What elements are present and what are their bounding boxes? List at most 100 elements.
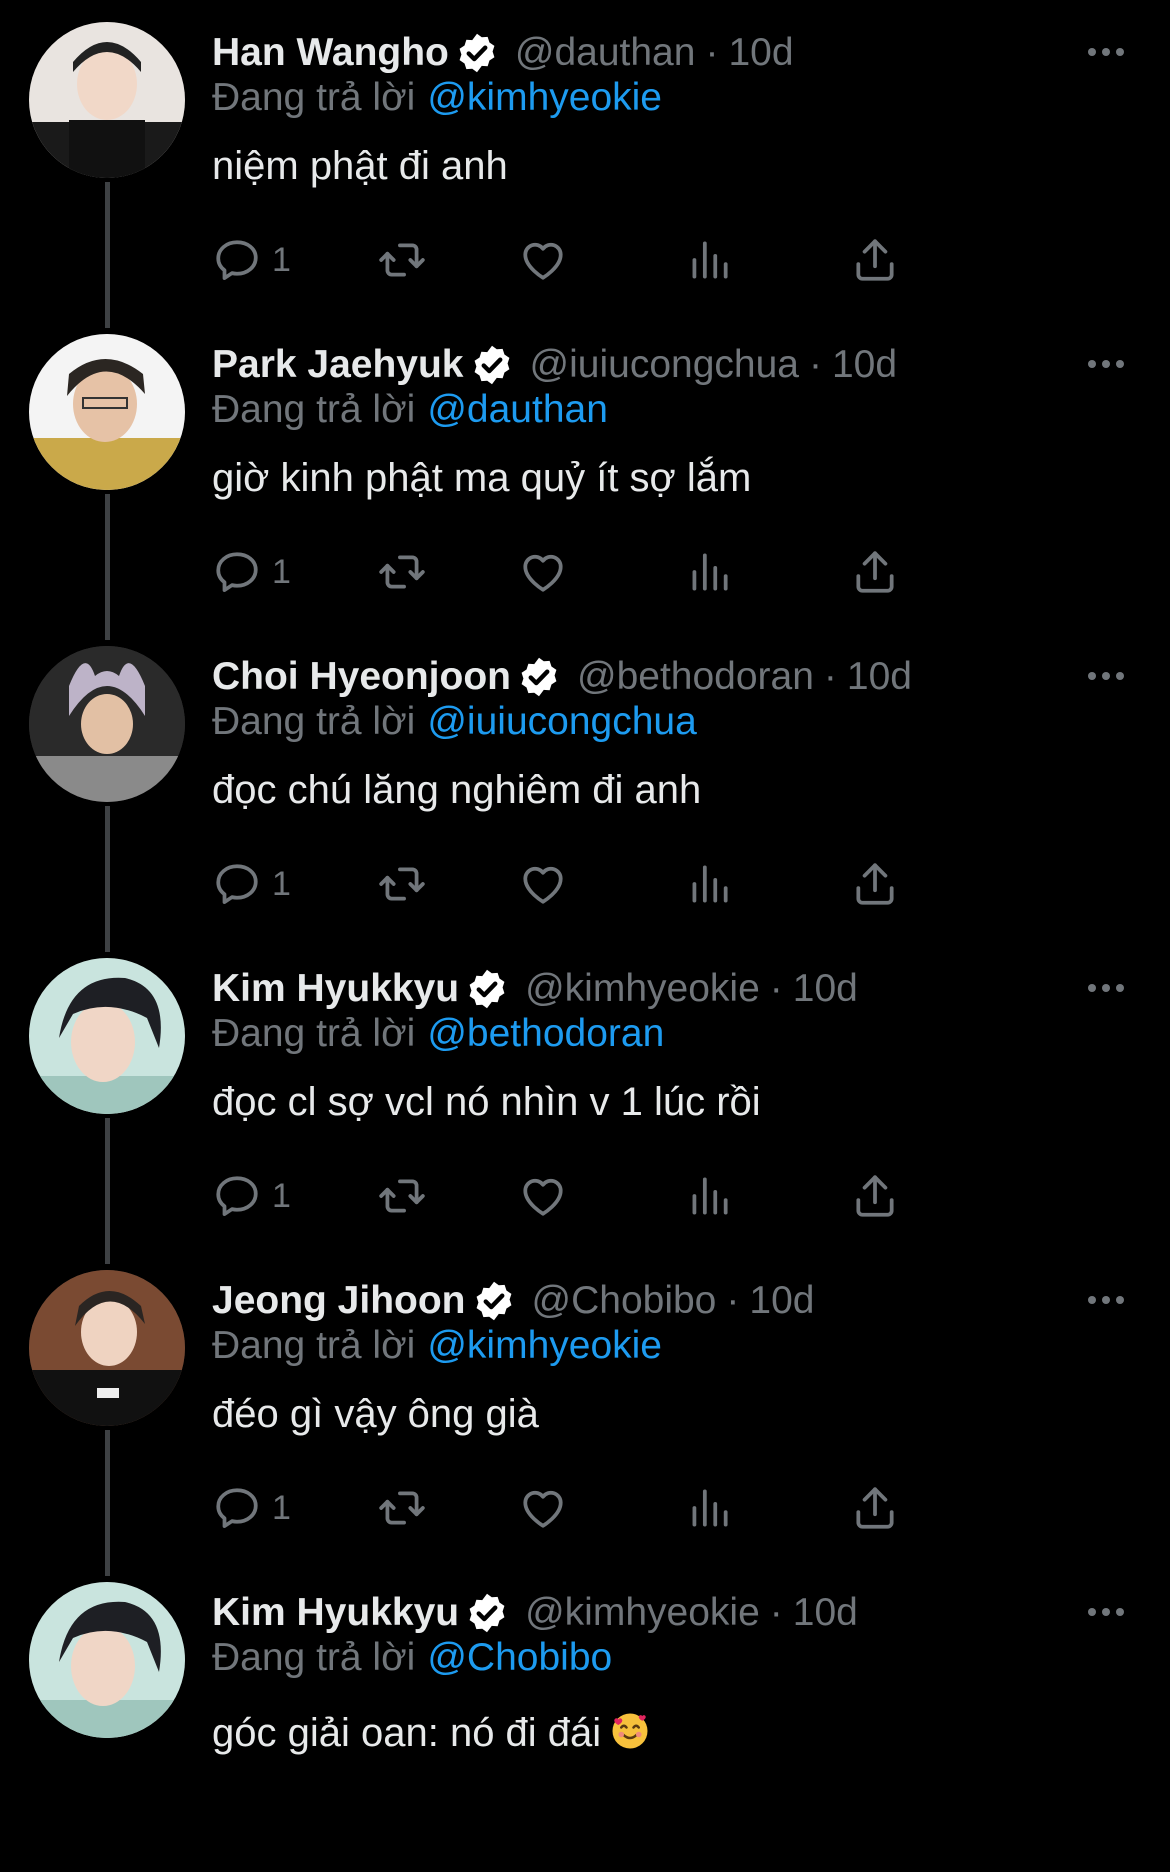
retweet-button[interactable] (377, 232, 427, 288)
like-button[interactable] (518, 1480, 568, 1536)
avatar[interactable] (29, 22, 185, 178)
share-button[interactable] (850, 232, 900, 288)
reply-button[interactable]: 1 (212, 856, 291, 912)
reply-bubble-icon (212, 1483, 262, 1533)
tweet[interactable]: Han Wangho @dauthan · 10d Đang trả lời @k… (0, 0, 1170, 328)
more-options-icon[interactable] (1086, 1600, 1126, 1624)
heart-icon (518, 1171, 568, 1221)
share-button[interactable] (850, 1168, 900, 1224)
display-name[interactable]: Kim Hyukkyu (212, 1591, 459, 1635)
display-name[interactable]: Kim Hyukkyu (212, 967, 459, 1011)
user-handle[interactable]: @kimhyeokie (525, 967, 760, 1011)
views-button[interactable] (684, 856, 734, 912)
user-handle[interactable]: @iuiucongchua (530, 343, 799, 387)
share-button[interactable] (850, 1480, 900, 1536)
tweet[interactable]: Kim Hyukkyu @kimhyeokie · 10d Đang trả l… (0, 1560, 1170, 1872)
retweet-button[interactable] (377, 544, 427, 600)
reply-button[interactable]: 1 (212, 232, 291, 288)
like-button[interactable] (518, 544, 568, 600)
tweet[interactable]: Choi Hyeonjoon @bethodoran · 10d Đang tr… (0, 624, 1170, 952)
action-bar: 1 (212, 1168, 1092, 1224)
timestamp[interactable]: 10d (793, 1591, 858, 1635)
verified-badge-icon (455, 31, 499, 75)
retweet-icon (377, 547, 427, 597)
timestamp[interactable]: 10d (793, 967, 858, 1011)
mention-link[interactable]: @bethodoran (427, 1012, 664, 1055)
like-button[interactable] (518, 1168, 568, 1224)
user-handle[interactable]: @kimhyeokie (525, 1591, 760, 1635)
more-options-icon[interactable] (1086, 40, 1126, 64)
tweet[interactable]: Kim Hyukkyu @kimhyeokie · 10d Đang trả l… (0, 936, 1170, 1264)
views-bar-chart-icon (684, 859, 734, 909)
user-handle[interactable]: @bethodoran (577, 655, 814, 699)
tweet[interactable]: Park Jaehyuk @iuiucongchua · 10d Đang tr… (0, 312, 1170, 640)
user-handle[interactable]: @Chobibo (532, 1279, 717, 1323)
mention-link[interactable]: @dauthan (427, 388, 608, 431)
verified-badge-icon (470, 343, 514, 387)
replying-to: Đang trả lời @kimhyeokie (212, 76, 662, 120)
share-button[interactable] (850, 856, 900, 912)
mention-link[interactable]: @Chobibo (427, 1636, 612, 1679)
avatar[interactable] (29, 958, 185, 1114)
separator-dot: · (705, 31, 719, 74)
tweet[interactable]: Jeong Jihoon @Chobibo · 10d Đang trả lời… (0, 1248, 1170, 1576)
reply-button[interactable]: 1 (212, 1480, 291, 1536)
share-icon (850, 547, 900, 597)
like-button[interactable] (518, 232, 568, 288)
tweet-text: đọc chú lăng nghiêm đi anh (212, 768, 702, 812)
tweet-header: Kim Hyukkyu @kimhyeokie · 10d (212, 964, 858, 1014)
reply-count: 1 (272, 240, 291, 279)
more-options-icon[interactable] (1086, 976, 1126, 1000)
more-options-icon[interactable] (1086, 1288, 1126, 1312)
display-name[interactable]: Han Wangho (212, 31, 449, 75)
retweet-button[interactable] (377, 1480, 427, 1536)
views-button[interactable] (684, 1480, 734, 1536)
replying-to: Đang trả lời @kimhyeokie (212, 1324, 662, 1368)
views-button[interactable] (684, 544, 734, 600)
timestamp[interactable]: 10d (728, 31, 793, 75)
thread-connector (105, 806, 110, 952)
reply-count: 1 (272, 552, 291, 591)
verified-badge-icon (465, 1591, 509, 1635)
avatar[interactable] (29, 1582, 185, 1738)
user-handle[interactable]: @dauthan (515, 31, 696, 75)
tweet-text: đọc cl sợ vcl nó nhìn v 1 lúc rồi (212, 1080, 761, 1124)
verified-badge-icon (517, 655, 561, 699)
replying-prefix: Đang trả lời (212, 1012, 416, 1055)
reply-button[interactable]: 1 (212, 544, 291, 600)
display-name[interactable]: Choi Hyeonjoon (212, 655, 511, 699)
timestamp[interactable]: 10d (749, 1279, 814, 1323)
retweet-icon (377, 859, 427, 909)
retweet-button[interactable] (377, 856, 427, 912)
display-name[interactable]: Jeong Jihoon (212, 1279, 466, 1323)
share-icon (850, 859, 900, 909)
mention-link[interactable]: @kimhyeokie (427, 1324, 662, 1367)
mention-link[interactable]: @iuiucongchua (427, 700, 696, 743)
like-button[interactable] (518, 856, 568, 912)
heart-icon (518, 235, 568, 285)
reply-button[interactable]: 1 (212, 1168, 291, 1224)
share-icon (850, 235, 900, 285)
avatar[interactable] (29, 646, 185, 802)
separator-dot: · (769, 1591, 783, 1634)
more-options-icon[interactable] (1086, 664, 1126, 688)
views-button[interactable] (684, 1168, 734, 1224)
mention-link[interactable]: @kimhyeokie (427, 76, 662, 119)
action-bar: 1 (212, 856, 1092, 912)
avatar[interactable] (29, 334, 185, 490)
tweet-text: góc giải oan: nó đi đái (212, 1711, 602, 1755)
timestamp[interactable]: 10d (847, 655, 912, 699)
avatar[interactable] (29, 1270, 185, 1426)
share-button[interactable] (850, 544, 900, 600)
reply-count: 1 (272, 864, 291, 903)
views-button[interactable] (684, 232, 734, 288)
display-name[interactable]: Park Jaehyuk (212, 343, 464, 387)
verified-badge-icon (465, 967, 509, 1011)
retweet-button[interactable] (377, 1168, 427, 1224)
views-bar-chart-icon (684, 235, 734, 285)
tweet-header: Kim Hyukkyu @kimhyeokie · 10d (212, 1588, 858, 1638)
more-options-icon[interactable] (1086, 352, 1126, 376)
replying-prefix: Đang trả lời (212, 388, 416, 431)
tweet-text: niệm phật đi anh (212, 144, 508, 188)
timestamp[interactable]: 10d (832, 343, 897, 387)
